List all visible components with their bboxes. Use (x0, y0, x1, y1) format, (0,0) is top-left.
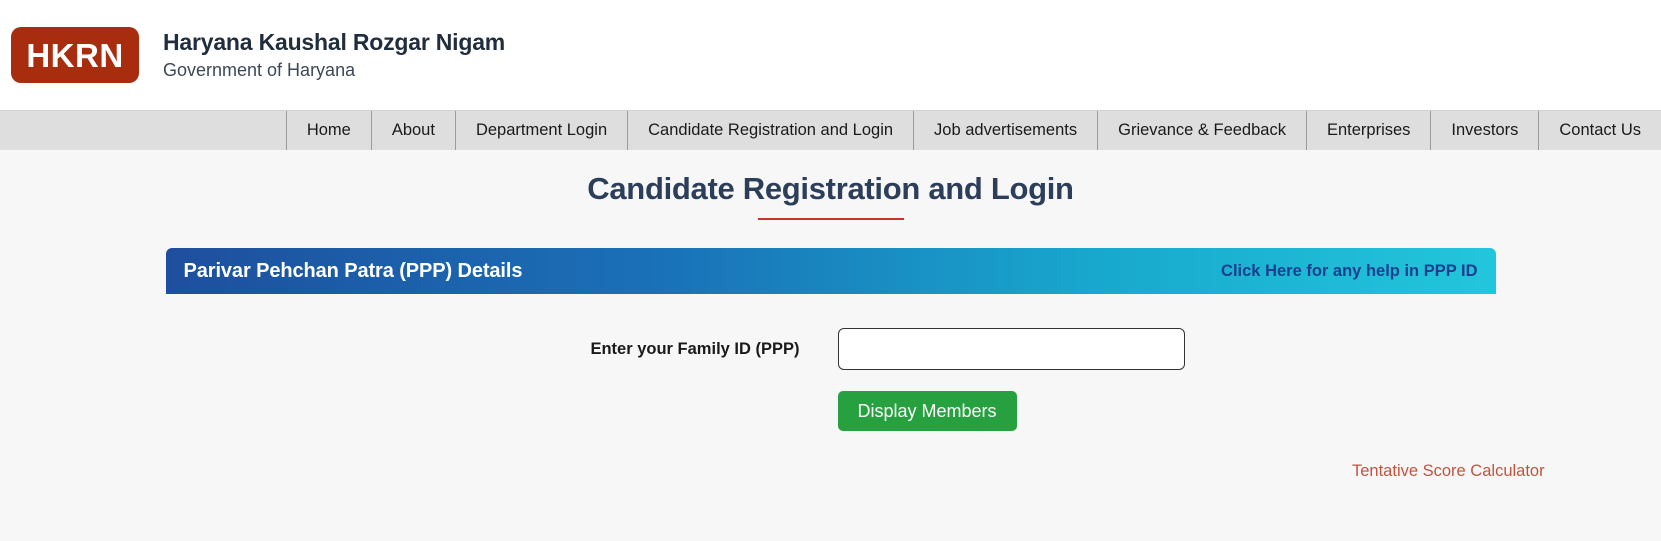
display-members-button[interactable]: Display Members (837, 391, 1017, 432)
hkrn-logo-text: HKRN (26, 36, 124, 74)
tentative-score-calculator-row: Tentative Score Calculator (1352, 462, 1661, 481)
nav-item-department-login[interactable]: Department Login (454, 111, 627, 150)
nav-item-about[interactable]: About (370, 111, 455, 150)
tentative-score-calculator-link[interactable]: Tentative Score Calculator (1352, 462, 1545, 480)
nav-item-contact-us[interactable]: Contact Us (1538, 111, 1661, 150)
nav-item-investors[interactable]: Investors (1430, 111, 1538, 150)
main-navigation: Home About Department Login Candidate Re… (0, 110, 1661, 150)
family-id-input[interactable] (837, 328, 1185, 371)
panel-header-bar: Parivar Pehchan Patra (PPP) Details Clic… (165, 248, 1496, 295)
org-subtitle: Government of Haryana (163, 60, 356, 81)
title-underline-rule (757, 218, 904, 221)
hkrn-logo[interactable]: HKRN (11, 27, 139, 83)
submit-row-spacer (166, 391, 838, 431)
site-header: HKRN Haryana Kaushal Rozgar Nigam Govern… (0, 0, 1661, 110)
nav-item-candidate-registration-and-login[interactable]: Candidate Registration and Login (627, 111, 913, 150)
family-id-row: Enter your Family ID (PPP) (166, 328, 1496, 371)
ppp-details-panel: Parivar Pehchan Patra (PPP) Details Clic… (165, 248, 1496, 432)
nav-item-grievance-feedback[interactable]: Grievance & Feedback (1097, 111, 1306, 150)
page-title-section: Candidate Registration and Login (0, 150, 1661, 221)
submit-row: Display Members (166, 391, 1496, 432)
brand-text: Haryana Kaushal Rozgar Nigam Government … (163, 29, 505, 81)
family-id-label: Enter your Family ID (PPP) (590, 339, 800, 358)
panel-body: Enter your Family ID (PPP) Display Membe… (166, 294, 1496, 432)
nav-item-enterprises[interactable]: Enterprises (1305, 111, 1430, 150)
page-title: Candidate Registration and Login (587, 171, 1074, 206)
panel-title: Parivar Pehchan Patra (PPP) Details (183, 259, 523, 282)
ppp-help-link[interactable]: Click Here for any help in PPP ID (1221, 262, 1477, 281)
nav-item-job-advertisements[interactable]: Job advertisements (913, 111, 1097, 150)
nav-item-home[interactable]: Home (285, 111, 371, 150)
org-title: Haryana Kaushal Rozgar Nigam (163, 28, 506, 55)
